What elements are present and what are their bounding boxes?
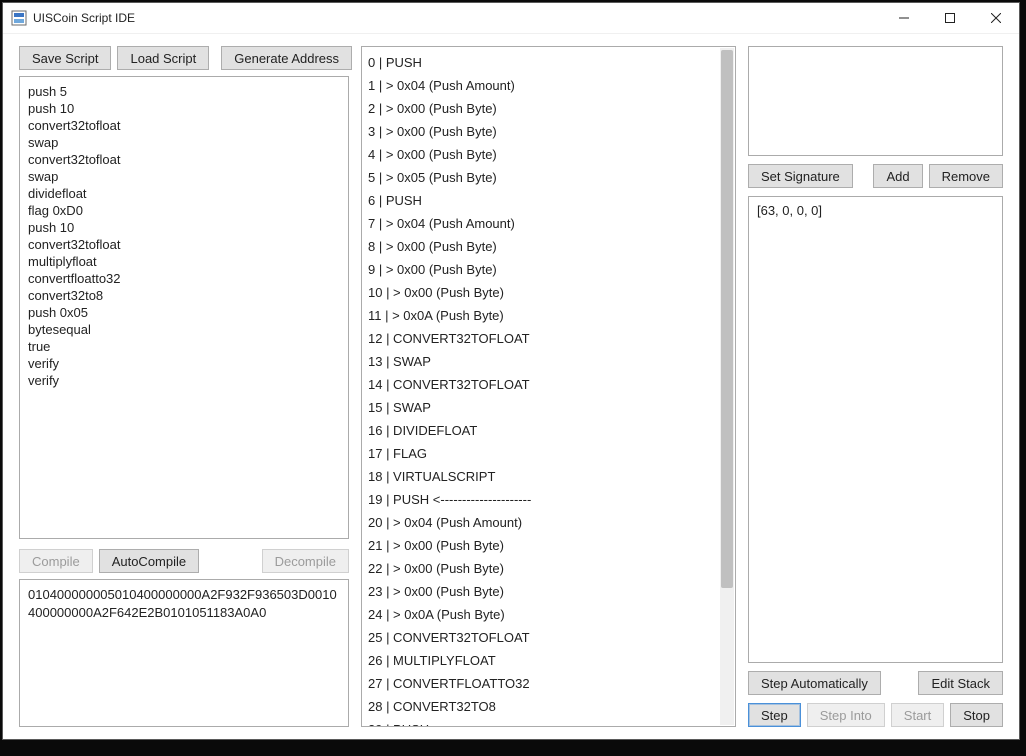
disassembly-line[interactable]: 3 | > 0x00 (Push Byte)	[368, 120, 715, 143]
right-column: Set Signature Add Remove [63, 0, 0, 0] S…	[748, 46, 1003, 727]
scrollbar-vertical[interactable]	[720, 48, 734, 725]
disassembly-panel: 0 | PUSH1 | > 0x04 (Push Amount)2 | > 0x…	[361, 46, 736, 727]
disassembly-line[interactable]: 8 | > 0x00 (Push Byte)	[368, 235, 715, 258]
client-area: Save Script Load Script Generate Address…	[3, 34, 1019, 739]
disassembly-line[interactable]: 23 | > 0x00 (Push Byte)	[368, 580, 715, 603]
load-script-button[interactable]: Load Script	[117, 46, 209, 70]
disassembly-line[interactable]: 19 | PUSH <---------------------	[368, 488, 715, 511]
titlebar: UISCoin Script IDE	[3, 3, 1019, 34]
disassembly-line[interactable]: 28 | CONVERT32TO8	[368, 695, 715, 718]
disassembly-line[interactable]: 1 | > 0x04 (Push Amount)	[368, 74, 715, 97]
disassembly-line[interactable]: 24 | > 0x0A (Push Byte)	[368, 603, 715, 626]
edit-stack-button[interactable]: Edit Stack	[918, 671, 1003, 695]
window: UISCoin Script IDE Save Script Load Scri…	[2, 2, 1020, 740]
step-button[interactable]: Step	[748, 703, 801, 727]
disassembly-line[interactable]: 27 | CONVERTFLOATTO32	[368, 672, 715, 695]
disassembly-line[interactable]: 21 | > 0x00 (Push Byte)	[368, 534, 715, 557]
right-toolbar-2: Step Step Into Start Stop	[748, 703, 1003, 727]
scrollbar-thumb[interactable]	[721, 50, 733, 588]
disassembly-line[interactable]: 12 | CONVERT32TOFLOAT	[368, 327, 715, 350]
step-automatically-button[interactable]: Step Automatically	[748, 671, 881, 695]
window-controls	[881, 3, 1019, 33]
disassembly-line[interactable]: 0 | PUSH	[368, 51, 715, 74]
disassembly-line[interactable]: 17 | FLAG	[368, 442, 715, 465]
set-signature-button[interactable]: Set Signature	[748, 164, 853, 188]
start-button[interactable]: Start	[891, 703, 944, 727]
disassembly-line[interactable]: 11 | > 0x0A (Push Byte)	[368, 304, 715, 327]
signature-area[interactable]	[748, 46, 1003, 156]
maximize-button[interactable]	[927, 3, 973, 33]
left-toolbar-mid: Compile AutoCompile Decompile	[19, 549, 349, 573]
disassembly-line[interactable]: 25 | CONVERT32TOFLOAT	[368, 626, 715, 649]
close-button[interactable]	[973, 3, 1019, 33]
app-icon	[11, 10, 27, 26]
autocompile-button[interactable]: AutoCompile	[99, 549, 199, 573]
disassembly-line[interactable]: 22 | > 0x00 (Push Byte)	[368, 557, 715, 580]
disassembly-list[interactable]: 0 | PUSH1 | > 0x04 (Push Amount)2 | > 0x…	[362, 47, 721, 726]
left-toolbar-top: Save Script Load Script Generate Address	[19, 46, 349, 70]
remove-button[interactable]: Remove	[929, 164, 1003, 188]
signature-toolbar: Set Signature Add Remove	[748, 164, 1003, 188]
disassembly-line[interactable]: 4 | > 0x00 (Push Byte)	[368, 143, 715, 166]
disassembly-line[interactable]: 14 | CONVERT32TOFLOAT	[368, 373, 715, 396]
add-button[interactable]: Add	[873, 164, 922, 188]
script-editor[interactable]: push 5 push 10 convert32tofloat swap con…	[19, 76, 349, 539]
save-script-button[interactable]: Save Script	[19, 46, 111, 70]
step-into-button[interactable]: Step Into	[807, 703, 885, 727]
disassembly-line[interactable]: 29 | PUSH	[368, 718, 715, 726]
minimize-button[interactable]	[881, 3, 927, 33]
disassembly-line[interactable]: 15 | SWAP	[368, 396, 715, 419]
middle-column: 0 | PUSH1 | > 0x04 (Push Amount)2 | > 0x…	[361, 46, 736, 727]
disassembly-line[interactable]: 20 | > 0x04 (Push Amount)	[368, 511, 715, 534]
compile-button[interactable]: Compile	[19, 549, 93, 573]
stack-row: [63, 0, 0, 0]	[757, 203, 994, 218]
stack-panel[interactable]: [63, 0, 0, 0]	[748, 196, 1003, 663]
disassembly-line[interactable]: 26 | MULTIPLYFLOAT	[368, 649, 715, 672]
disassembly-line[interactable]: 10 | > 0x00 (Push Byte)	[368, 281, 715, 304]
hex-output[interactable]: 010400000005010400000000A2F932F936503D00…	[19, 579, 349, 727]
generate-address-button[interactable]: Generate Address	[221, 46, 352, 70]
disassembly-line[interactable]: 6 | PUSH	[368, 189, 715, 212]
disassembly-line[interactable]: 18 | VIRTUALSCRIPT	[368, 465, 715, 488]
left-column: Save Script Load Script Generate Address…	[19, 46, 349, 727]
disassembly-line[interactable]: 13 | SWAP	[368, 350, 715, 373]
stop-button[interactable]: Stop	[950, 703, 1003, 727]
decompile-button[interactable]: Decompile	[262, 549, 349, 573]
right-toolbar-1: Step Automatically Edit Stack	[748, 671, 1003, 695]
disassembly-line[interactable]: 7 | > 0x04 (Push Amount)	[368, 212, 715, 235]
disassembly-line[interactable]: 16 | DIVIDEFLOAT	[368, 419, 715, 442]
disassembly-line[interactable]: 2 | > 0x00 (Push Byte)	[368, 97, 715, 120]
disassembly-line[interactable]: 9 | > 0x00 (Push Byte)	[368, 258, 715, 281]
disassembly-line[interactable]: 5 | > 0x05 (Push Byte)	[368, 166, 715, 189]
window-title: UISCoin Script IDE	[33, 11, 135, 25]
